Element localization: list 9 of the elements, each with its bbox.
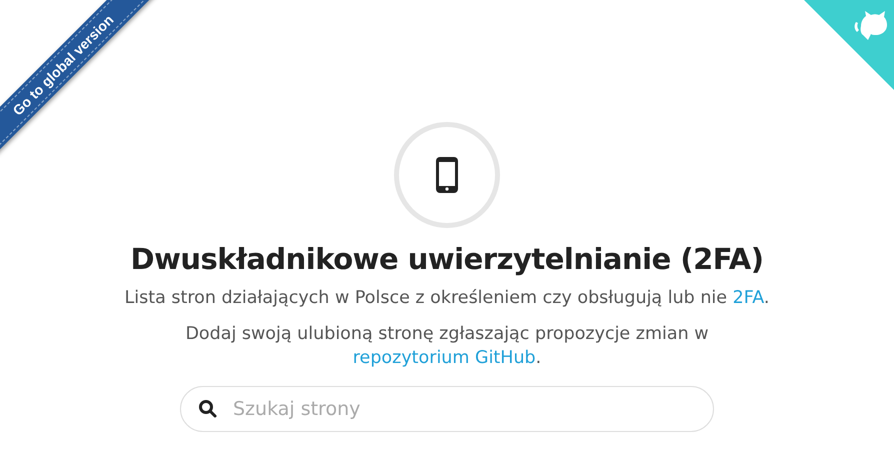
search-field[interactable]: Szukaj strony (180, 386, 714, 432)
text-link[interactable]: repozytorium GitHub (352, 348, 536, 368)
phone-icon (435, 156, 459, 194)
page-title: Dwuskładnikowe uwierzytelnianie (2FA) (130, 242, 764, 276)
intro-text: Lista stron działających w Polsce z określeniem czy obsługują lub nie 2FA. (124, 287, 770, 310)
text-link[interactable]: 2FA (732, 288, 764, 308)
github-corner-link[interactable] (804, 0, 894, 90)
cat-icon (854, 11, 887, 40)
intro-text: Dodaj swoją ulubioną stronę zgłaszając propozycje zmian w repozytorium GitHub. (184, 323, 710, 370)
